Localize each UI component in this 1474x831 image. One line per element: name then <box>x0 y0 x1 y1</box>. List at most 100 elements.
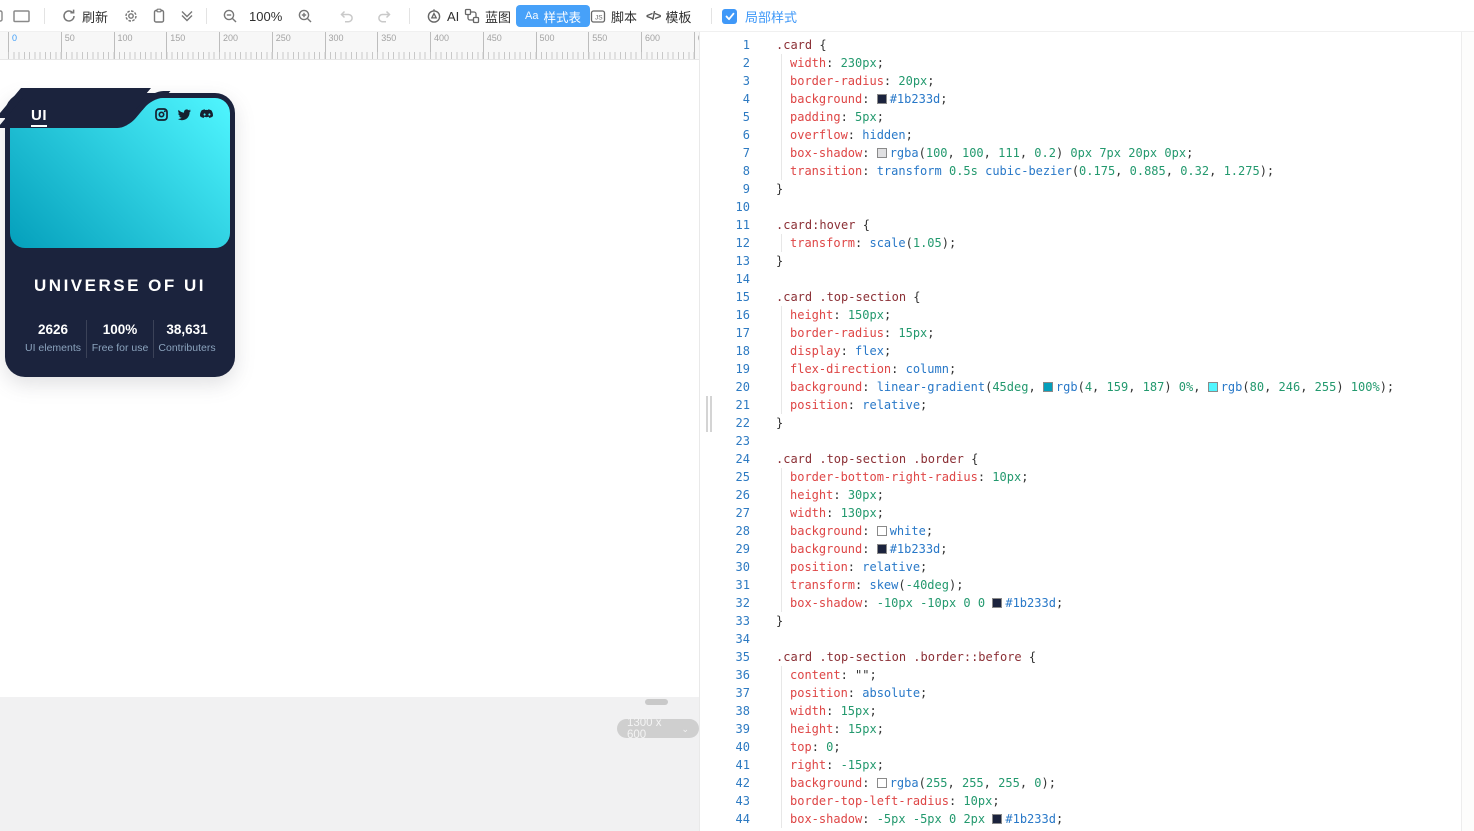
canvas[interactable]: UI UNIVERSE OF UI 2626UI elements100%Fre… <box>0 60 699 697</box>
code-line[interactable]: 9} <box>713 180 1461 198</box>
indent-guide <box>781 504 790 522</box>
panel-toggle-button[interactable] <box>0 0 3 32</box>
code-line[interactable]: 36content: ""; <box>713 666 1461 684</box>
app-window: 刷新 100% AI <box>0 0 1474 831</box>
line-number: 42 <box>713 774 750 792</box>
canvas-size-badge[interactable]: 1300 x 600 ⌄ <box>617 719 699 738</box>
code-line[interactable]: 27width: 130px; <box>713 504 1461 522</box>
frame-tool-button[interactable] <box>13 0 30 32</box>
color-swatch[interactable] <box>992 598 1002 608</box>
color-swatch[interactable] <box>877 148 887 158</box>
code-line[interactable]: 15.card .top-section { <box>713 288 1461 306</box>
script-icon: JS <box>590 8 606 24</box>
zoom-out-button[interactable] <box>222 0 238 32</box>
code-line[interactable]: 29background: #1b233d; <box>713 540 1461 558</box>
code-text: background: linear-gradient(45deg, rgb(4… <box>776 378 1394 396</box>
ruler-label: 400 <box>430 32 449 60</box>
indent-guide <box>781 396 790 414</box>
code-line[interactable]: 11.card:hover { <box>713 216 1461 234</box>
code-line[interactable]: 40top: 0; <box>713 738 1461 756</box>
color-swatch[interactable] <box>877 778 887 788</box>
code-line[interactable]: 25border-bottom-right-radius: 10px; <box>713 468 1461 486</box>
ruler-label: 350 <box>377 32 396 60</box>
zoom-in-button[interactable] <box>297 0 313 32</box>
code-line[interactable]: 12transform: scale(1.05); <box>713 234 1461 252</box>
refresh-button[interactable]: 刷新 <box>61 0 108 32</box>
toolbar-separator <box>409 8 410 24</box>
color-swatch[interactable] <box>877 544 887 554</box>
code-line[interactable]: 39height: 15px; <box>713 720 1461 738</box>
color-swatch[interactable] <box>992 814 1002 824</box>
ruler-label: 200 <box>219 32 238 60</box>
settings-button[interactable] <box>123 0 139 32</box>
code-line[interactable]: 26height: 30px; <box>713 486 1461 504</box>
code-line[interactable]: 31transform: skew(-40deg); <box>713 576 1461 594</box>
redo-button[interactable] <box>376 0 393 32</box>
line-number: 1 <box>713 36 750 54</box>
card-stat: 2626UI elements <box>20 320 86 358</box>
layers-button[interactable] <box>179 0 195 32</box>
color-swatch[interactable] <box>1208 382 1218 392</box>
local-style-checkbox[interactable] <box>722 9 737 24</box>
code-line[interactable]: 16height: 150px; <box>713 306 1461 324</box>
code-line[interactable]: 20background: linear-gradient(45deg, rgb… <box>713 378 1461 396</box>
code-line[interactable]: 43border-top-left-radius: 10px; <box>713 792 1461 810</box>
ai-button[interactable]: AI <box>426 0 459 32</box>
code-line[interactable]: 21position: relative; <box>713 396 1461 414</box>
line-number: 41 <box>713 756 750 774</box>
code-line[interactable]: 30position: relative; <box>713 558 1461 576</box>
code-text: width: 230px; <box>776 54 884 72</box>
code-line[interactable]: 14 <box>713 270 1461 288</box>
line-number: 44 <box>713 810 750 828</box>
local-style-toggle[interactable]: 局部样式 <box>722 0 797 32</box>
code-line[interactable]: 10 <box>713 198 1461 216</box>
code-line[interactable]: 8transition: transform 0.5s cubic-bezier… <box>713 162 1461 180</box>
tab-template[interactable]: </> 模板 <box>646 0 691 32</box>
indent-guide <box>781 738 790 756</box>
indent-guide <box>781 720 790 738</box>
code-line[interactable]: 34 <box>713 630 1461 648</box>
code-line[interactable]: 4background: #1b233d; <box>713 90 1461 108</box>
color-swatch[interactable] <box>1043 382 1053 392</box>
code-line[interactable]: 41right: -15px; <box>713 756 1461 774</box>
indent-guide <box>781 324 790 342</box>
horizontal-scrollbar[interactable] <box>645 699 668 705</box>
code-line[interactable]: 23 <box>713 432 1461 450</box>
tab-script[interactable]: JS 脚本 <box>590 0 637 32</box>
color-swatch[interactable] <box>877 526 887 536</box>
code-line[interactable]: 22} <box>713 414 1461 432</box>
blueprint-button[interactable]: 蓝图 <box>464 0 511 32</box>
code-line[interactable]: 6overflow: hidden; <box>713 126 1461 144</box>
code-line[interactable]: 1.card { <box>713 36 1461 54</box>
code-line[interactable]: 17border-radius: 15px; <box>713 324 1461 342</box>
code-line[interactable]: 2width: 230px; <box>713 54 1461 72</box>
code-line[interactable]: 42background: rgba(255, 255, 255, 0); <box>713 774 1461 792</box>
code-line[interactable]: 13} <box>713 252 1461 270</box>
indent-guide <box>781 162 790 180</box>
ruler-label: 100 <box>114 32 133 60</box>
stylesheet-editor[interactable]: 1.card {2width: 230px;3border-radius: 20… <box>713 32 1462 831</box>
line-number: 11 <box>713 216 750 234</box>
color-swatch[interactable] <box>877 94 887 104</box>
code-line[interactable]: 38width: 15px; <box>713 702 1461 720</box>
zoom-level[interactable]: 100% <box>249 0 282 32</box>
vertical-scrollbar-track[interactable] <box>1462 32 1474 831</box>
line-number: 25 <box>713 468 750 486</box>
code-line[interactable]: 18display: flex; <box>713 342 1461 360</box>
code-line[interactable]: 32box-shadow: -10px -10px 0 0 #1b233d; <box>713 594 1461 612</box>
code-line[interactable]: 37position: absolute; <box>713 684 1461 702</box>
code-line[interactable]: 44box-shadow: -5px -5px 0 2px #1b233d; <box>713 810 1461 828</box>
stylesheet-label: 样式表 <box>543 7 581 26</box>
code-line[interactable]: 33} <box>713 612 1461 630</box>
code-line[interactable]: 7box-shadow: rgba(100, 100, 111, 0.2) 0p… <box>713 144 1461 162</box>
code-line[interactable]: 35.card .top-section .border::before { <box>713 648 1461 666</box>
preview-card[interactable]: UI UNIVERSE OF UI 2626UI elements100%Fre… <box>5 93 235 377</box>
code-line[interactable]: 19flex-direction: column; <box>713 360 1461 378</box>
clipboard-button[interactable] <box>151 0 167 32</box>
code-line[interactable]: 5padding: 5px; <box>713 108 1461 126</box>
code-line[interactable]: 24.card .top-section .border { <box>713 450 1461 468</box>
code-line[interactable]: 3border-radius: 20px; <box>713 72 1461 90</box>
code-line[interactable]: 28background: white; <box>713 522 1461 540</box>
tab-stylesheet-active[interactable]: Aa 样式表 <box>516 5 590 27</box>
undo-button[interactable] <box>338 0 355 32</box>
